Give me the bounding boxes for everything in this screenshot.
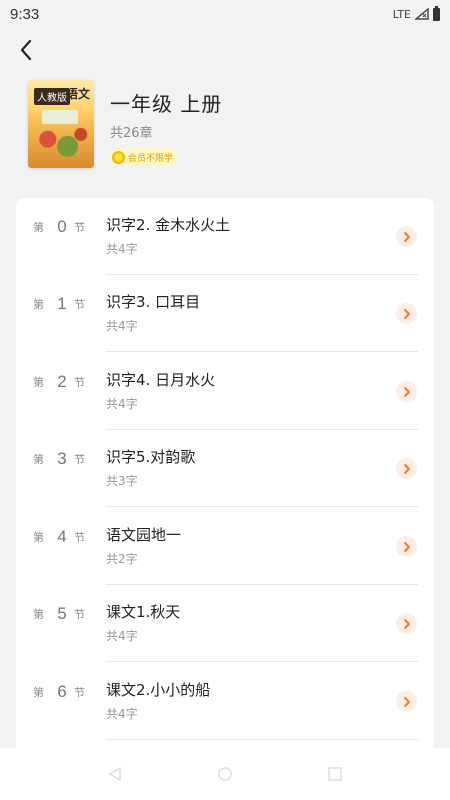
lesson-index: 第 0 节 bbox=[33, 216, 91, 238]
index-suffix: 节 bbox=[74, 453, 85, 466]
system-nav-bar bbox=[0, 748, 450, 800]
signal-icon bbox=[415, 8, 429, 20]
index-prefix: 第 bbox=[33, 608, 44, 621]
nav-home-icon[interactable] bbox=[213, 762, 237, 786]
back-button[interactable] bbox=[12, 36, 40, 64]
nav-back-icon[interactable] bbox=[103, 762, 127, 786]
cover-edition-tag: 人教版 bbox=[34, 88, 70, 105]
chevron-right-icon[interactable] bbox=[396, 381, 417, 402]
index-suffix: 节 bbox=[74, 686, 85, 699]
index-suffix: 节 bbox=[74, 221, 85, 234]
lesson-index: 第 5 节 bbox=[33, 603, 91, 625]
lesson-row[interactable]: 第 3 节 识字5.对韵歌 共3字 bbox=[16, 430, 434, 507]
index-prefix: 第 bbox=[33, 376, 44, 389]
lesson-index: 第 2 节 bbox=[33, 371, 91, 393]
index-prefix: 第 bbox=[33, 221, 44, 234]
coin-icon bbox=[112, 150, 125, 164]
back-arrow-icon bbox=[20, 39, 32, 61]
lesson-title: 课文1.秋天 bbox=[106, 603, 181, 621]
lesson-row[interactable]: 第 5 节 课文1.秋天 共4字 bbox=[16, 585, 434, 662]
lesson-row[interactable]: 第 6 节 课文2.小小的船 共4字 bbox=[16, 663, 434, 740]
lesson-row[interactable]: 第 4 节 语文园地一 共2字 bbox=[16, 508, 434, 585]
book-cover: 人教版 语文 bbox=[28, 80, 94, 168]
chevron-right-icon[interactable] bbox=[396, 691, 417, 712]
chevron-right-icon[interactable] bbox=[396, 303, 417, 324]
lesson-index: 第 6 节 bbox=[33, 681, 91, 703]
chevron-right-icon[interactable] bbox=[396, 613, 417, 634]
lesson-list: 第 0 节 识字2. 金木水火土 共4字 第 1 节 识字3. 口耳目 共4字 … bbox=[16, 198, 434, 758]
vip-badge[interactable]: 会员不限学 bbox=[110, 148, 180, 166]
chapter-count: 共26章 bbox=[110, 126, 153, 141]
lesson-index: 第 1 节 bbox=[33, 293, 91, 315]
lesson-index: 第 4 节 bbox=[33, 526, 91, 548]
row-divider bbox=[106, 506, 418, 507]
battery-icon bbox=[433, 5, 440, 21]
lesson-char-count: 共4字 bbox=[106, 629, 138, 643]
lesson-title: 识字3. 口耳目 bbox=[106, 293, 201, 311]
lesson-char-count: 共4字 bbox=[106, 707, 138, 721]
cover-illustration bbox=[28, 120, 94, 168]
index-prefix: 第 bbox=[33, 298, 44, 311]
index-prefix: 第 bbox=[33, 453, 44, 466]
lesson-title: 识字4. 日月水火 bbox=[106, 371, 216, 389]
status-time: 9:33 bbox=[10, 5, 40, 23]
lesson-title: 课文2.小小的船 bbox=[106, 681, 211, 699]
lesson-char-count: 共2字 bbox=[106, 552, 138, 566]
nav-recents-icon[interactable] bbox=[323, 762, 347, 786]
row-divider bbox=[106, 351, 418, 352]
cover-plaque bbox=[42, 110, 78, 124]
row-divider bbox=[106, 661, 418, 662]
lesson-char-count: 共4字 bbox=[106, 319, 138, 333]
index-suffix: 节 bbox=[74, 531, 85, 544]
lesson-char-count: 共3字 bbox=[106, 474, 138, 488]
status-bar: 9:33 LTE bbox=[0, 0, 450, 28]
book-title: 一年级 上册 bbox=[110, 92, 223, 116]
network-type: LTE bbox=[392, 7, 411, 21]
row-divider bbox=[106, 739, 418, 740]
book-header: 人教版 语文 一年级 上册 共26章 会员不限学 bbox=[28, 80, 428, 172]
lesson-title: 识字5.对韵歌 bbox=[106, 448, 196, 466]
lesson-row[interactable]: 第 2 节 识字4. 日月水火 共4字 bbox=[16, 353, 434, 430]
chevron-right-icon[interactable] bbox=[396, 458, 417, 479]
lesson-char-count: 共4字 bbox=[106, 397, 138, 411]
lesson-title: 语文园地一 bbox=[106, 526, 182, 544]
index-suffix: 节 bbox=[74, 298, 85, 311]
index-suffix: 节 bbox=[74, 376, 85, 389]
lesson-title: 识字2. 金木水火土 bbox=[106, 216, 231, 234]
status-indicators: LTE bbox=[392, 5, 440, 21]
lesson-row[interactable]: 第 1 节 识字3. 口耳目 共4字 bbox=[16, 275, 434, 352]
chevron-right-icon[interactable] bbox=[396, 536, 417, 557]
chevron-right-icon[interactable] bbox=[396, 226, 417, 247]
lesson-char-count: 共4字 bbox=[106, 242, 138, 256]
lesson-row[interactable]: 第 0 节 识字2. 金木水火土 共4字 bbox=[16, 198, 434, 275]
index-prefix: 第 bbox=[33, 686, 44, 699]
cover-title: 语文 bbox=[65, 87, 90, 101]
index-suffix: 节 bbox=[74, 608, 85, 621]
lesson-index: 第 3 节 bbox=[33, 448, 91, 470]
vip-badge-label: 会员不限学 bbox=[128, 153, 174, 164]
index-prefix: 第 bbox=[33, 531, 44, 544]
